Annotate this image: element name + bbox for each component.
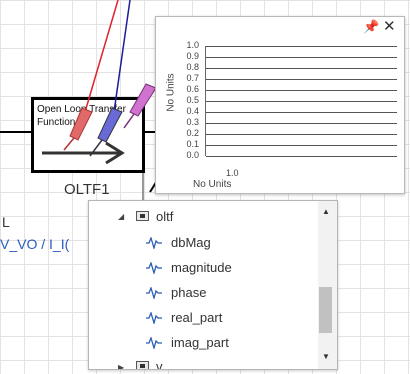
tree-item-label: dbMag	[171, 235, 211, 250]
y-tick: 0.8	[186, 62, 199, 72]
y-axis-title: No Units	[165, 73, 177, 112]
gridline	[206, 112, 397, 113]
folder-icon	[136, 361, 149, 369]
x-tick: 1.0	[226, 168, 239, 178]
pink-probe-icon	[123, 83, 157, 129]
plot-area	[205, 46, 397, 157]
y-tick: 0.1	[186, 139, 199, 149]
block-name: OLTF1	[64, 181, 110, 198]
gridline	[206, 156, 397, 157]
tree-item-phase[interactable]: phase	[89, 281, 317, 305]
red-probe-icon	[63, 107, 93, 151]
tree-item-dbmag[interactable]: dbMag	[89, 231, 317, 255]
caret-down-icon[interactable]: ◢	[118, 212, 124, 221]
tree-node-v[interactable]: ▶ v	[89, 357, 317, 370]
blue-probe-icon	[89, 107, 123, 157]
tree-node-label: oltf	[156, 209, 174, 224]
tree-node-label: v	[156, 359, 163, 370]
gridline	[206, 46, 397, 47]
scroll-up-icon[interactable]: ▲	[322, 207, 330, 216]
folder-icon	[136, 211, 149, 221]
caret-right-icon[interactable]: ▶	[118, 363, 124, 369]
gridline	[206, 123, 397, 124]
gridline	[206, 68, 397, 69]
y-tick: 0.9	[186, 51, 199, 61]
tree-node-oltf[interactable]: ◢ oltf	[89, 205, 317, 229]
plot-popup: 📌 ✕ 1.0 0.9 0.8 0.7 0.6 0.5 0.4 0.3 0.2 …	[155, 16, 405, 194]
tree-item-real-part[interactable]: real_part	[89, 306, 317, 330]
waveform-icon	[146, 287, 162, 299]
waveform-icon	[146, 262, 162, 274]
close-icon[interactable]: ✕	[383, 17, 396, 35]
x-axis-title: No Units	[193, 179, 232, 190]
pin-icon[interactable]: 📌	[363, 19, 379, 35]
scrollbar[interactable]	[318, 201, 337, 369]
tree-item-label: magnitude	[171, 260, 232, 275]
tree-item-label: real_part	[171, 310, 223, 325]
waveform-icon	[146, 237, 162, 249]
tree-item-imag-part[interactable]: imag_part	[89, 331, 317, 355]
y-tick: 0.4	[186, 106, 199, 116]
waveform-icon	[146, 312, 162, 324]
gridline	[206, 79, 397, 80]
scroll-down-icon[interactable]: ▼	[322, 352, 330, 361]
gridline	[206, 90, 397, 91]
y-tick: 1.0	[186, 40, 199, 50]
gridline	[206, 101, 397, 102]
side-label: L	[2, 214, 10, 230]
y-tick: 0.5	[186, 95, 199, 105]
y-tick: 0.2	[186, 128, 199, 138]
signal-label[interactable]: V_VO / I_I(	[0, 236, 69, 252]
y-tick: 0.3	[186, 117, 199, 127]
scrollbar-thumb[interactable]	[319, 287, 332, 333]
y-tick: 0.6	[186, 84, 199, 94]
gridline	[206, 145, 397, 146]
y-tick: 0.0	[186, 150, 199, 160]
tree-item-label: imag_part	[171, 335, 229, 350]
tree-item-label: phase	[171, 285, 207, 300]
tree-item-magnitude[interactable]: magnitude	[89, 256, 317, 280]
y-tick: 0.7	[186, 73, 199, 83]
signal-tree-dropdown[interactable]: ◢ oltf dbMag magnitude phase real_part i…	[88, 200, 338, 370]
waveform-icon	[146, 337, 162, 349]
gridline	[206, 134, 397, 135]
gridline	[206, 57, 397, 58]
